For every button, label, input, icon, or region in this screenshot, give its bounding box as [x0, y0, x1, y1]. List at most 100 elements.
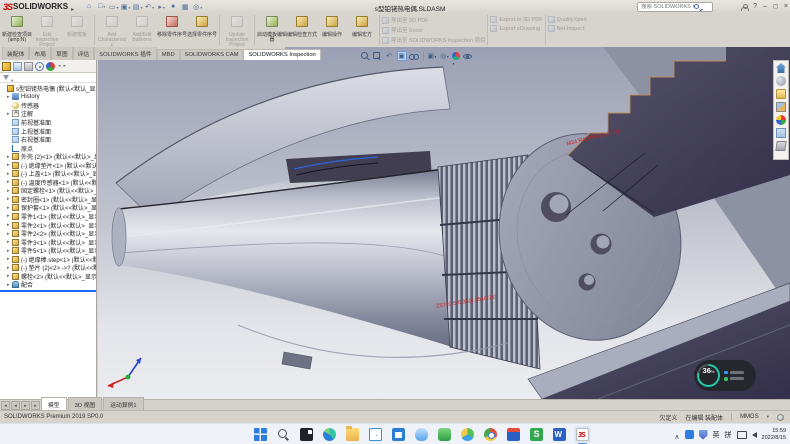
custom-properties-icon[interactable]: [776, 128, 786, 138]
help-button[interactable]: ?: [753, 3, 757, 10]
tree-item-sensors[interactable]: 传感器: [0, 101, 96, 110]
solidworks-resources-icon[interactable]: [776, 63, 786, 73]
search-icon[interactable]: [694, 4, 699, 9]
tree-filter-row[interactable]: [0, 73, 96, 83]
ime-language-indicator[interactable]: 英: [713, 430, 720, 440]
taskbar-edge-browser[interactable]: [321, 426, 338, 443]
zoom-to-fit-icon[interactable]: [361, 52, 370, 61]
tray-network-display-icon[interactable]: [737, 431, 747, 439]
edit-inspection-method-button[interactable]: 编辑检查方式: [287, 14, 317, 38]
tree-item-component-cover[interactable]: (-) 上盖<1> (默认<<默认>_显示状: [0, 169, 96, 178]
tray-onedrive-icon[interactable]: [685, 430, 694, 439]
edit-macro-button[interactable]: 编辑宏方: [347, 14, 377, 38]
tree-item-component-bolt2[interactable]: 螺栓<2> (默认<<默认>_显示状态: [0, 272, 96, 281]
new-inspection-project-button[interactable]: 新建检查项目 (amp;N): [2, 14, 32, 43]
rebuild-traffic-light-icon[interactable]: ●: [168, 3, 179, 10]
new-document-icon[interactable]: □: [96, 3, 107, 10]
login-user-icon[interactable]: [741, 4, 747, 10]
status-globe-icon[interactable]: [777, 414, 784, 421]
tree-item-component-seal[interactable]: 密封圈<1> (默认<<默认>_显示状: [0, 195, 96, 204]
taskbar-wps-app[interactable]: [528, 426, 545, 443]
taskbar-file-explorer[interactable]: [344, 426, 361, 443]
rollback-bar[interactable]: [0, 290, 96, 292]
design-library-icon[interactable]: [776, 76, 786, 86]
tree-item-right-plane[interactable]: 右视基准面: [0, 135, 96, 144]
tree-item-annotations[interactable]: 注解: [0, 110, 96, 119]
tab-inspection[interactable]: SOLIDWORKS Inspection: [243, 49, 320, 60]
taskbar-search-button[interactable]: [275, 426, 292, 443]
taskbar-word-app[interactable]: [551, 426, 568, 443]
tab-model[interactable]: 模型: [41, 397, 67, 410]
view-orientation-icon[interactable]: ◎: [440, 51, 450, 61]
tree-item-component-gasket[interactable]: (-) 绝缘垫片<1> (默认<<默认>_显: [0, 161, 96, 170]
taskbar-weather-app[interactable]: [413, 426, 430, 443]
tree-item-top-plane[interactable]: 上视基准面: [0, 127, 96, 136]
print-icon[interactable]: ▤: [132, 3, 143, 11]
appearances-scenes-icon[interactable]: [776, 115, 786, 125]
display-manager-tab-icon[interactable]: [13, 62, 22, 71]
tree-item-front-plane[interactable]: 前视基准面: [0, 118, 96, 127]
launch-template-editor-button[interactable]: 启动模板编辑器: [257, 14, 287, 43]
search-input[interactable]: [638, 4, 694, 10]
tab-scroll-left-icon[interactable]: [11, 401, 20, 410]
graphics-area[interactable]: ◎ M24 R40(P6.35±0.02) Z57±0.5-6.35(6.35±…: [98, 47, 790, 399]
file-properties-icon[interactable]: ▦: [180, 3, 191, 11]
tab-scroll-right-icon[interactable]: [21, 401, 30, 410]
taskbar-chrome-browser[interactable]: [482, 426, 499, 443]
tray-volume-icon[interactable]: [752, 432, 757, 438]
display-style-icon[interactable]: [427, 51, 437, 61]
units-dropdown-icon[interactable]: ▾: [767, 414, 769, 420]
restore-button[interactable]: [773, 3, 778, 10]
tree-item-component-rod[interactable]: (-) 绝缘棒.step<1> (默认<<默认>: [0, 255, 96, 264]
search-box[interactable]: [637, 2, 713, 12]
taskbar-green-app[interactable]: [436, 426, 453, 443]
tree-item-component-shell[interactable]: 外壳 (2)<1> (默认<<默认>_显示状: [0, 152, 96, 161]
section-view-icon[interactable]: [397, 51, 407, 61]
select-balloons-button[interactable]: 选择零件序号: [187, 14, 217, 38]
configuration-manager-tab-icon[interactable]: [35, 62, 44, 71]
status-units[interactable]: MMGS: [740, 414, 759, 420]
previous-view-icon[interactable]: [384, 51, 394, 61]
tree-item-component-washer[interactable]: (-) 垫片 (2)<2> ->? (默认<<默认: [0, 263, 96, 272]
tab-scroll-last-icon[interactable]: [31, 401, 40, 410]
taskbar-start-button[interactable]: [252, 426, 269, 443]
dimxpert-manager-tab-icon[interactable]: [46, 62, 55, 71]
taskbar-media-app[interactable]: [505, 426, 522, 443]
taskbar-store-app[interactable]: [390, 426, 407, 443]
tab-assembly[interactable]: 装配体: [2, 46, 29, 60]
tab-3d-views[interactable]: 3D 视图: [68, 397, 103, 410]
minimize-button[interactable]: [763, 3, 767, 10]
tab-scroll-first-icon[interactable]: [1, 401, 10, 410]
tab-motion-study[interactable]: 运动算例1: [103, 397, 143, 410]
logo-expand-icon[interactable]: [68, 0, 74, 16]
home-icon[interactable]: ⌂: [84, 3, 95, 10]
tree-item-assembly-root[interactable]: s型铂铑热电偶 (默认<默认_显示状态-1: [0, 84, 96, 93]
property-manager-tab-icon[interactable]: [24, 62, 33, 71]
tree-item-component-part5[interactable]: 零件5<1> (默认<<默认>_显示状: [0, 246, 96, 255]
taskbar-snip-app[interactable]: [298, 426, 315, 443]
hide-show-items-icon[interactable]: [463, 54, 472, 59]
options-icon[interactable]: ◎: [192, 3, 203, 11]
clock[interactable]: 15:59 2022/8/15: [762, 428, 786, 441]
appearances-icon[interactable]: [452, 52, 460, 60]
remove-balloons-button[interactable]: 移除零件序号: [157, 14, 187, 38]
tree-item-history[interactable]: History: [0, 93, 96, 102]
tab-cam[interactable]: SOLIDWORKS CAM: [180, 49, 244, 60]
tree-item-component-part2-2[interactable]: 零件2<2> (默认<<默认>_显示状: [0, 229, 96, 238]
open-document-icon[interactable]: ▭: [108, 3, 119, 11]
ime-pinyin-indicator[interactable]: 拼: [725, 430, 732, 440]
select-icon[interactable]: ▸: [156, 3, 167, 11]
tab-evaluate[interactable]: 评估: [73, 46, 95, 60]
undo-icon[interactable]: ↶: [144, 3, 155, 11]
tree-item-component-sleeve[interactable]: 保护套<1> (默认<<默认>_显示状: [0, 204, 96, 213]
screen-recorder-overlay[interactable]: 36%: [694, 360, 756, 391]
tray-security-shield-icon[interactable]: [699, 430, 708, 440]
tree-item-component-bolt[interactable]: 固定螺栓<1> (默认<<默认>_显示: [0, 187, 96, 196]
panel-tabs-left-icon[interactable]: ◂: [58, 63, 61, 69]
zoom-to-area-icon[interactable]: [373, 52, 382, 61]
tray-overflow-icon[interactable]: [674, 426, 679, 444]
copy-settings-icon[interactable]: [775, 141, 786, 151]
taskbar-mail-app[interactable]: [367, 426, 384, 443]
taskbar-360-browser[interactable]: [459, 426, 476, 443]
view-palette-icon[interactable]: [776, 102, 786, 112]
